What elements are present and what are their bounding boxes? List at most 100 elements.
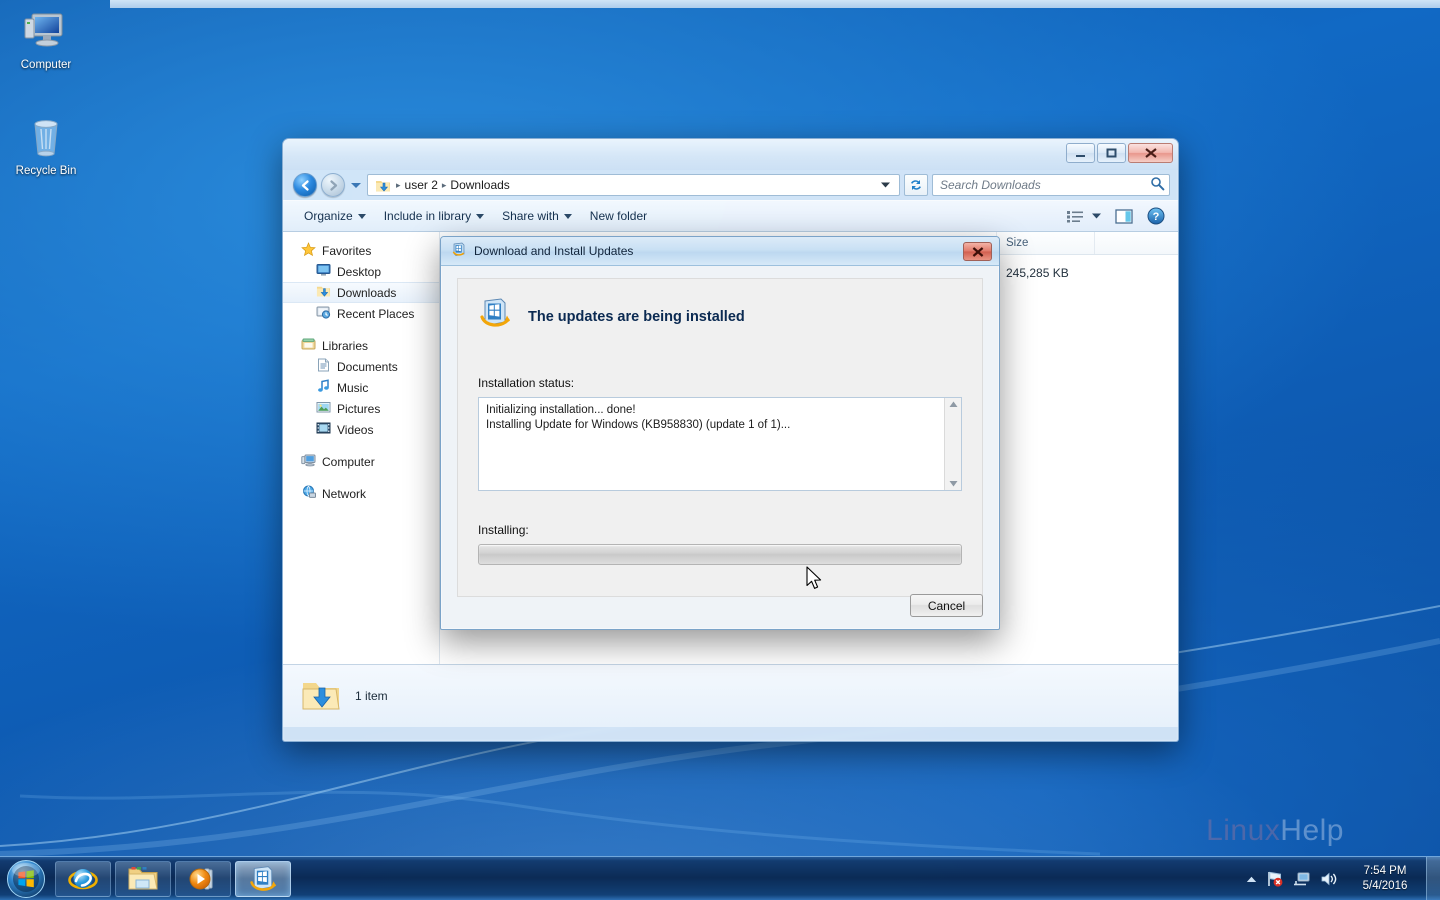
address-dropdown-button[interactable] [875,182,896,188]
refresh-icon [911,180,921,190]
scroll-down-arrow-icon[interactable] [949,480,958,487]
show-desktop-button[interactable] [1426,857,1440,900]
sidebar-item-pictures[interactable]: Pictures [283,398,439,419]
minimize-button[interactable] [1066,143,1095,163]
breadcrumb[interactable]: ▸ user 2 ▸ Downloads [391,176,514,194]
share-with-label: Share with [502,209,559,223]
breadcrumb-item-downloads[interactable]: Downloads [450,178,509,192]
maximize-button[interactable] [1097,143,1126,163]
dialog-inner-panel: The updates are being installed Installa… [457,278,983,597]
downloads-folder-icon [372,178,391,193]
installing-progress-bar [478,544,962,565]
search-input[interactable]: Search Downloads [932,174,1170,196]
sidebar-item-videos[interactable]: Videos [283,419,439,440]
libraries-icon [301,337,316,354]
nav-group-libraries[interactable]: Libraries [283,335,439,356]
sidebar-item-music[interactable]: Music [283,377,439,398]
sidebar-item-documents[interactable]: Documents [283,356,439,377]
column-header-size[interactable]: Size [997,232,1095,254]
taskbar-clock[interactable]: 7:54 PM 5/4/2016 [1348,864,1422,894]
back-button[interactable] [293,173,317,197]
share-with-menu-button[interactable]: Share with [493,205,581,227]
status-line: Initializing installation... done! [486,404,636,416]
downloads-folder-icon [316,284,331,301]
help-button[interactable]: ? [1142,204,1170,228]
taskbar-item-internet-explorer[interactable] [55,860,111,897]
download-and-install-updates-dialog[interactable]: Download and Install Updates The updates… [440,236,1000,630]
show-hidden-icons-button[interactable] [1237,870,1266,888]
search-icon [1150,176,1165,194]
taskbar-item-windows-update[interactable] [235,860,291,897]
navigation-pane[interactable]: Favorites Desktop Downloads Recent Place… [283,232,440,664]
installing-label: Installing: [478,523,529,537]
command-bar[interactable]: Organize Include in library Share with N… [283,200,1178,232]
refresh-button[interactable] [904,174,928,196]
nav-label: Network [322,486,367,501]
clock-time: 7:54 PM [1363,864,1407,877]
new-folder-button[interactable]: New folder [581,205,656,227]
sidebar-item-computer[interactable]: Computer [283,451,439,472]
installation-status-box: Initializing installation... done! Insta… [478,397,962,491]
breadcrumb-item-user[interactable]: user 2 [405,178,438,192]
close-icon [972,246,983,257]
sidebar-item-recent-places[interactable]: Recent Places [283,303,439,324]
desktop-icon-label: Recycle Bin [15,165,77,177]
computer-icon [301,453,316,470]
action-center-flag-icon[interactable] [1266,870,1284,887]
organize-menu-button[interactable]: Organize [295,205,375,227]
scroll-up-arrow-icon[interactable] [949,401,958,408]
dialog-close-button[interactable] [963,242,992,261]
help-icon: ? [1147,207,1165,225]
dialog-heading: The updates are being installed [528,308,745,325]
sidebar-item-desktop[interactable]: Desktop [283,261,439,282]
nav-label: Libraries [322,338,369,353]
nav-label: Favorites [322,243,372,258]
recycle-bin-icon [4,112,88,162]
forward-arrow-icon [329,179,337,191]
taskbar-item-windows-explorer[interactable] [115,860,171,897]
dialog-title-bar[interactable]: Download and Install Updates [441,237,999,266]
clock-date: 5/4/2016 [1362,879,1408,892]
dialog-heading-row: The updates are being installed [478,297,962,336]
close-icon [1144,148,1157,158]
explorer-title-bar[interactable] [283,139,1178,170]
file-size: 245,285 KB [1006,266,1069,280]
change-view-button[interactable] [1062,207,1106,226]
nav-label: Recent Places [337,306,415,321]
forward-button[interactable] [321,173,345,197]
preview-pane-button[interactable] [1110,206,1138,227]
nav-label: Documents [337,359,398,374]
chevron-up-icon [1246,876,1257,882]
volume-icon[interactable] [1320,871,1338,887]
status-scrollbar[interactable] [944,398,961,490]
watermark-part-a: Linux [1206,814,1281,847]
sidebar-item-network[interactable]: Network [283,483,439,504]
network-icon[interactable] [1293,871,1311,887]
desktop-icon-computer[interactable]: Computer [4,6,88,72]
nav-group-favorites[interactable]: Favorites [283,240,439,261]
dialog-title-text: Download and Install Updates [474,244,634,258]
sidebar-item-downloads[interactable]: Downloads [283,282,439,303]
status-line: Installing Update for Windows (KB958830)… [486,419,791,431]
tray-icon-group [1266,870,1348,887]
svg-text:?: ? [1153,211,1160,223]
address-breadcrumb-field[interactable]: ▸ user 2 ▸ Downloads [367,174,900,196]
start-button[interactable] [3,859,49,899]
star-icon [301,241,316,260]
cancel-button[interactable]: Cancel [910,594,983,617]
windows-update-icon [478,297,512,336]
taskbar-item-windows-media-player[interactable] [175,860,231,897]
include-in-library-menu-button[interactable]: Include in library [375,205,493,227]
breadcrumb-separator: ▸ [441,179,447,190]
close-button[interactable] [1128,143,1173,163]
wallpaper-watermark: LinuxHelp [1206,814,1344,848]
organize-label: Organize [304,209,353,223]
desktop-icon-recycle-bin[interactable]: Recycle Bin [4,112,88,178]
internet-explorer-icon [68,868,98,889]
breadcrumb-separator: ▸ [396,179,401,190]
address-bar[interactable]: ▸ user 2 ▸ Downloads Search Downloads [283,170,1178,200]
taskbar[interactable]: 7:54 PM 5/4/2016 [0,856,1440,900]
history-dropdown-button[interactable] [349,174,363,196]
column-header-extra[interactable] [1095,232,1178,254]
